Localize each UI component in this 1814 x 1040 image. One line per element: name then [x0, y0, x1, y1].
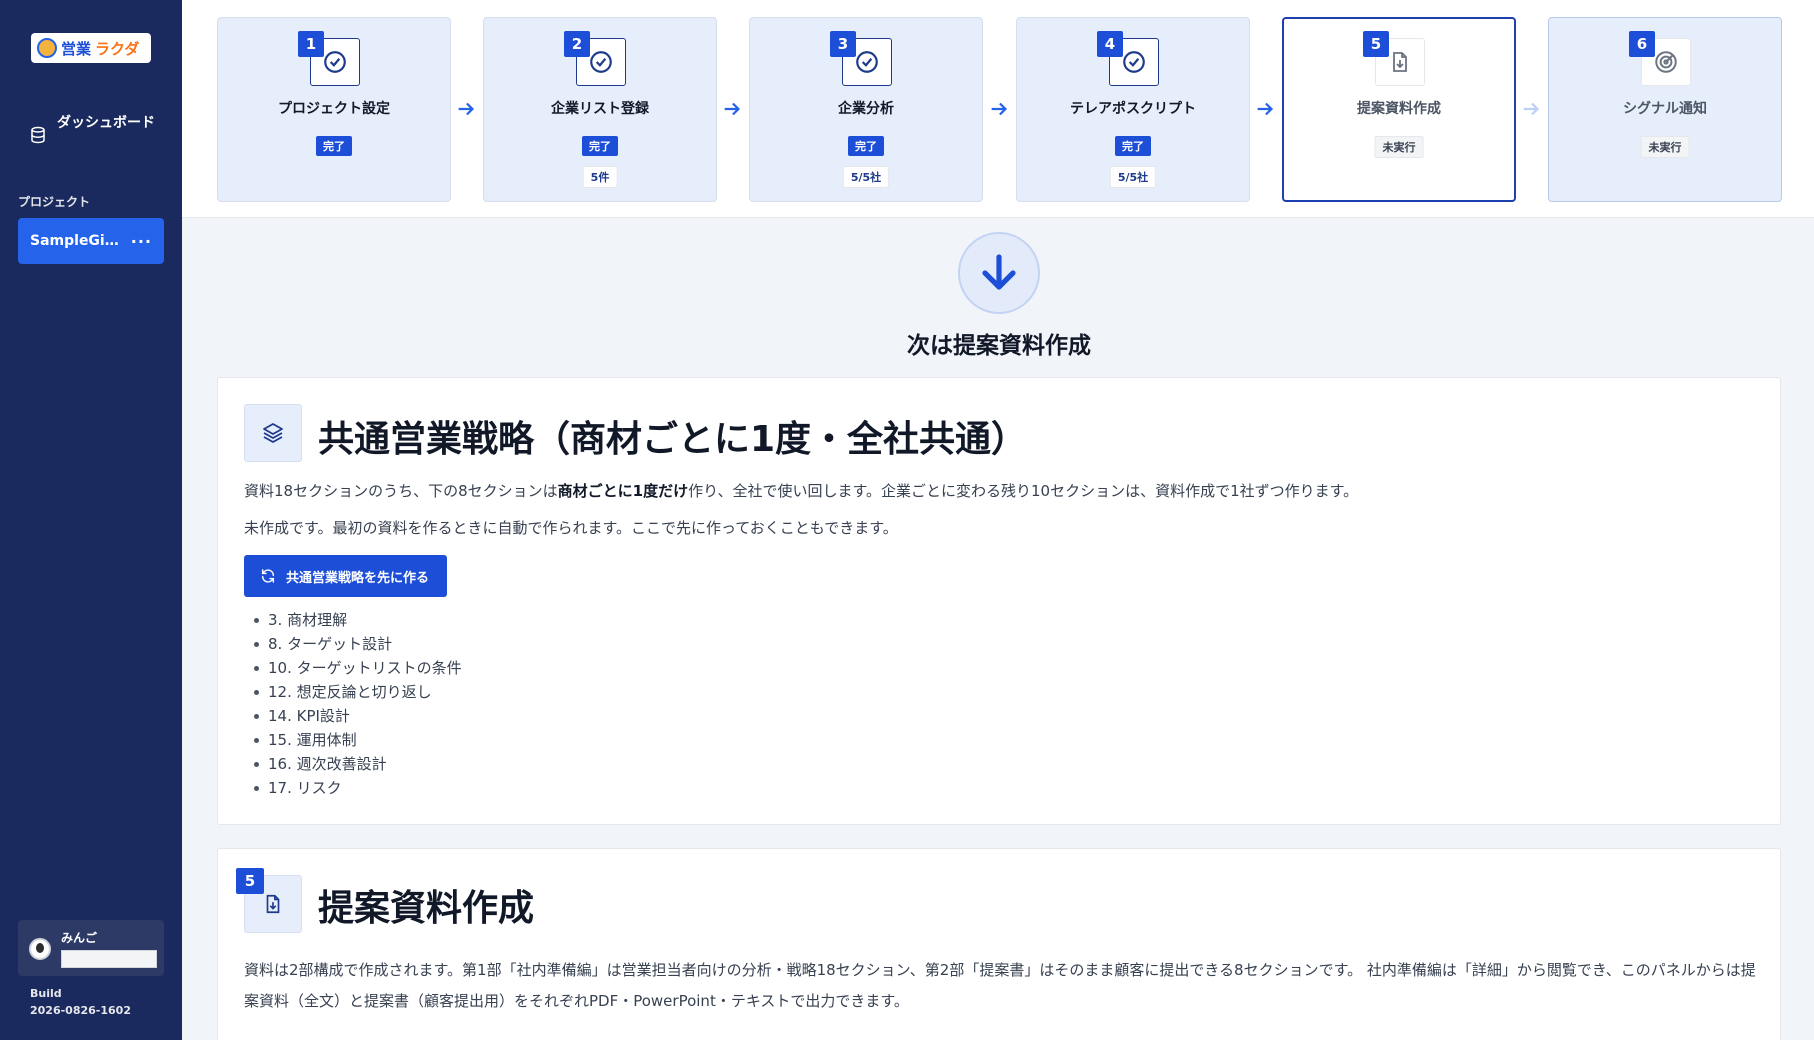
- list-item: 10. ターゲットリストの条件: [244, 656, 462, 680]
- count-badge: 5/5社: [842, 166, 890, 188]
- arrow-right-icon: [724, 102, 741, 116]
- sidebar-item-dashboard[interactable]: ダッシュボード: [29, 114, 169, 144]
- list-item: 3. 商材理解: [244, 608, 462, 632]
- list-item: 15. 運用体制: [244, 728, 462, 752]
- arrow-right-icon: [1523, 102, 1540, 116]
- step-title: テレアポスクリプト: [1070, 101, 1196, 117]
- app-logo[interactable]: 営業 ラクダ: [31, 33, 151, 63]
- card-title: 提案資料作成: [318, 888, 535, 929]
- status-badge: 完了: [848, 136, 884, 156]
- logo-text-a: 営業: [61, 39, 92, 58]
- button-label: 共通営業戦略を先に作る: [286, 570, 430, 586]
- sidebar-item-project[interactable]: SampleGi… ···: [18, 218, 164, 264]
- desc-text-pre: 資料18セクションのうち、下の8セクションは: [244, 482, 558, 500]
- arrow-right-icon: [458, 102, 475, 116]
- step-company-analysis[interactable]: 3 企業分析 完了 5/5社: [749, 17, 983, 202]
- step-number: 2: [564, 31, 590, 57]
- step-number: 6: [1629, 31, 1655, 57]
- step-proposal-docs[interactable]: 5 提案資料作成 未実行: [1282, 17, 1516, 202]
- list-item: 16. 週次改善設計: [244, 752, 462, 776]
- next-step-indicator: [958, 232, 1040, 314]
- sidebar-item-label: ダッシュボード: [57, 115, 155, 131]
- arrow-right-icon: [1257, 102, 1274, 116]
- step-title: 企業分析: [838, 101, 894, 117]
- user-card[interactable]: みんご: [18, 920, 164, 976]
- status-badge: 未実行: [1374, 136, 1424, 158]
- shared-strategy-card: 共通営業戦略（商材ごとに1度・全社共通） 資料18セクションのうち、下の8セクシ…: [217, 377, 1781, 825]
- proposal-description: 資料は2部構成で作成されます。第1部「社内準備編」は営業担当者向けの分析・戦略1…: [244, 961, 1756, 1010]
- mascot-icon: [37, 38, 57, 58]
- strategy-description: 資料18セクションのうち、下の8セクションは商材ごとに1度だけ作り、全社で使い回…: [244, 480, 1358, 501]
- project-name: SampleGi…: [30, 233, 119, 249]
- desc-text-post: 作り、全社で使い回します。企業ごとに変わる残り10セクションは、資料作成で1社ず…: [688, 482, 1359, 500]
- status-badge: 完了: [1115, 136, 1151, 156]
- workflow-steps: 1 プロジェクト設定 完了 2 企業リスト登録 完了 5件 3 企業分析 完了 …: [182, 0, 1814, 218]
- strategy-sections-list: 3. 商材理解 8. ターゲット設計 10. ターゲットリストの条件 12. 想…: [244, 608, 462, 800]
- list-item: 12. 想定反論と切り返し: [244, 680, 462, 704]
- count-badge: 5件: [582, 166, 618, 188]
- strategy-status-text: 未作成です。最初の資料を作るときに自動で作られます。ここで先に作っておくこともで…: [244, 519, 898, 537]
- layers-icon: [244, 404, 302, 462]
- build-label: Build: [30, 987, 62, 1000]
- database-icon: [31, 126, 45, 144]
- arrow-down-icon: [982, 254, 1016, 290]
- count-badge: 5/5社: [1109, 166, 1157, 188]
- step-number: 5: [236, 868, 264, 894]
- status-badge: 未実行: [1640, 136, 1690, 158]
- step-number: 5: [1363, 31, 1389, 57]
- user-email-field: [61, 950, 157, 968]
- step-title: 提案資料作成: [1357, 101, 1441, 117]
- user-name: みんご: [61, 931, 98, 945]
- step-number: 1: [298, 31, 324, 57]
- step-signal-notify[interactable]: 6 シグナル通知 未実行: [1548, 17, 1782, 202]
- next-step-label: 次は提案資料作成: [907, 333, 1091, 359]
- step-call-script[interactable]: 4 テレアポスクリプト 完了 5/5社: [1016, 17, 1250, 202]
- step-number: 4: [1097, 31, 1123, 57]
- step-project-settings[interactable]: 1 プロジェクト設定 完了: [217, 17, 451, 202]
- status-badge: 完了: [582, 136, 618, 156]
- list-item: 17. リスク: [244, 776, 462, 800]
- step-title: シグナル通知: [1623, 101, 1707, 117]
- proposal-card: 5 提案資料作成 資料は2部構成で作成されます。第1部「社内準備編」は営業担当者…: [217, 848, 1781, 1040]
- step-title: 企業リスト登録: [551, 101, 649, 117]
- arrow-right-icon: [991, 102, 1008, 116]
- create-strategy-button[interactable]: 共通営業戦略を先に作る: [244, 555, 448, 597]
- step-company-list[interactable]: 2 企業リスト登録 完了 5件: [483, 17, 717, 202]
- build-version: 2026-0826-1602: [30, 1004, 131, 1017]
- avatar: [29, 938, 51, 960]
- list-item: 14. KPI設計: [244, 704, 462, 728]
- logo-text-b: ラクダ: [95, 39, 140, 58]
- more-options-icon[interactable]: ···: [131, 232, 152, 251]
- list-item: 8. ターゲット設計: [244, 632, 462, 656]
- projects-heading: プロジェクト: [18, 195, 91, 209]
- step-title: プロジェクト設定: [278, 101, 390, 117]
- card-title: 共通営業戦略（商材ごとに1度・全社共通）: [318, 419, 1028, 460]
- desc-text-bold: 商材ごとに1度だけ: [557, 482, 689, 500]
- refresh-icon: [261, 569, 275, 583]
- status-badge: 完了: [316, 136, 352, 156]
- step-number: 3: [830, 31, 856, 57]
- build-info: Build 2026-0826-1602: [30, 985, 131, 1019]
- sidebar: 営業 ラクダ ダッシュボード プロジェクト SampleGi… ··· みんご B…: [0, 0, 182, 1040]
